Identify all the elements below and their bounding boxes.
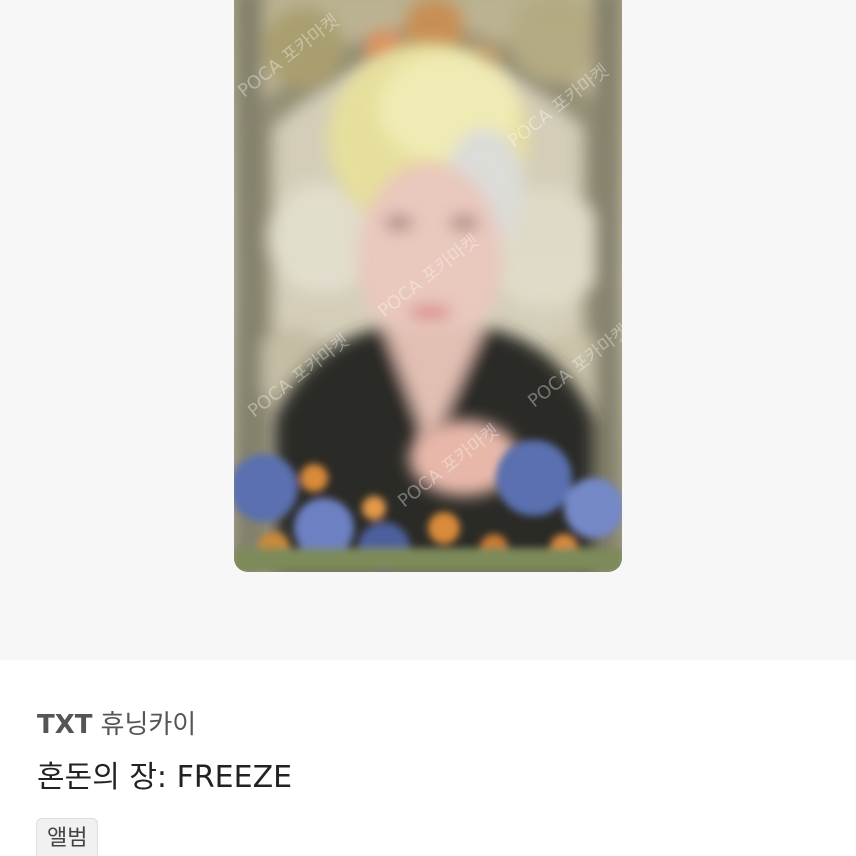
member-name[interactable]: 휴닝카이 (101, 710, 197, 740)
photocard-image[interactable]: POCA 포카마켓 POCA 포카마켓 POCA 포카마켓 POCA 포카마켓 … (234, 0, 622, 572)
product-image-area: POCA 포카마켓 POCA 포카마켓 POCA 포카마켓 POCA 포카마켓 … (0, 0, 856, 660)
product-detail-page: POCA 포카마켓 POCA 포카마켓 POCA 포카마켓 POCA 포카마켓 … (0, 0, 856, 856)
album-title[interactable]: 혼돈의 장: FREEZE (37, 752, 292, 796)
artist-line: TXT 휴닝카이 (37, 704, 196, 741)
artist-group-name[interactable]: TXT (37, 710, 93, 740)
product-info-section: TXT 휴닝카이 혼돈의 장: FREEZE 앨범 (0, 660, 856, 856)
category-chip[interactable]: 앨범 (36, 818, 99, 856)
photocard-artwork: POCA 포카마켓 POCA 포카마켓 POCA 포카마켓 POCA 포카마켓 … (234, 0, 622, 572)
